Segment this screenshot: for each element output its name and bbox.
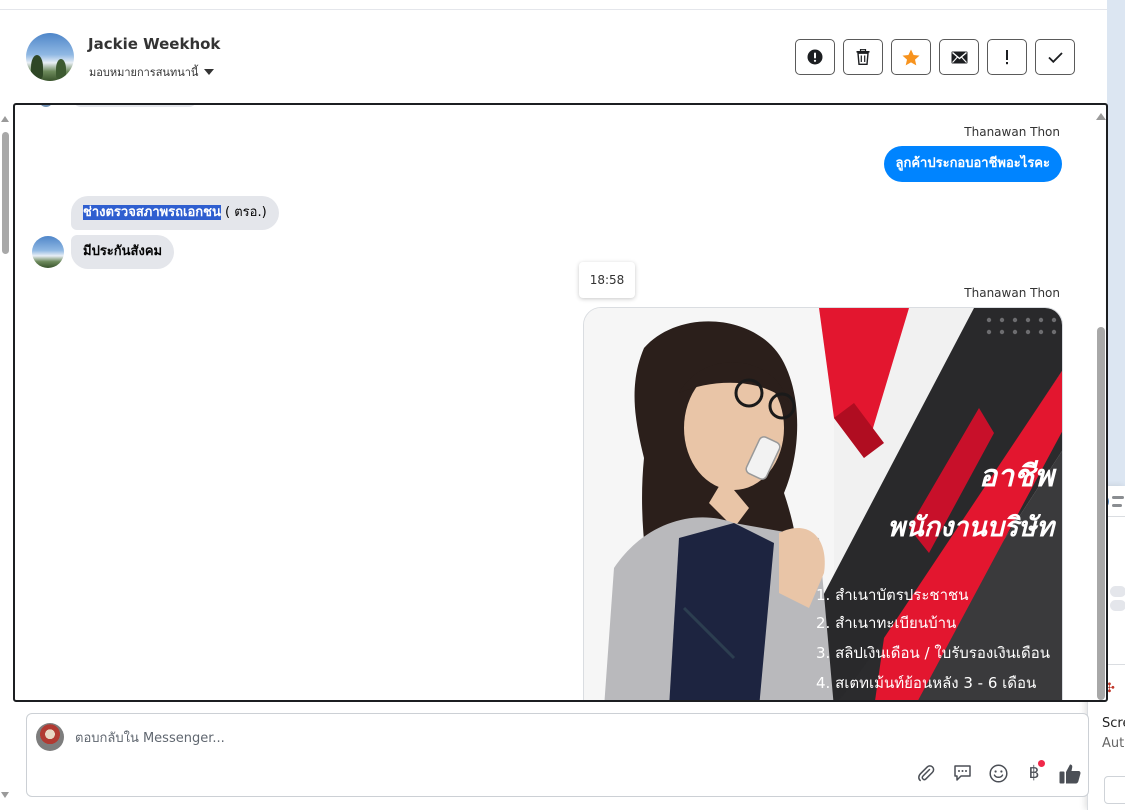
selected-text[interactable]: ช่างตรวจสภาพรถเอกชน: [83, 205, 221, 220]
conversation-header: Jackie Weekhok มอบหมายการสนทนานี้: [14, 20, 1107, 100]
incoming-message[interactable]: ช่างตรวจสภาพรถเอกชน ( ตรอ.): [71, 196, 279, 230]
timestamp-tooltip: 18:58: [579, 262, 635, 298]
envelope-icon: [951, 51, 967, 63]
reply-input[interactable]: [75, 726, 975, 750]
caret-down-icon: [204, 69, 215, 75]
card-list-item: 2. สำเนาทะเบียนบ้าน: [816, 614, 956, 632]
sender-name: Thanawan Thon: [964, 286, 1060, 300]
avatar-tree: [31, 55, 43, 79]
document-requirements-image: อาชีพ พนักงานบริษัท 1. สำเนาบัตรประชาชน …: [584, 308, 1062, 700]
card-list-item: 4. สเตทเม้นท์ย้อนหลัง 3 - 6 เดือน: [816, 674, 1036, 692]
assign-label: มอบหมายการสนทนานี้: [89, 66, 199, 79]
assign-conversation-dropdown[interactable]: มอบหมายการสนทนานี้: [89, 64, 215, 80]
card-list-item: 1. สำเนาบัตรประชาชน: [816, 586, 968, 604]
contact-avatar-small[interactable]: [32, 236, 64, 268]
scroll-up-arrow-icon[interactable]: [1096, 113, 1106, 120]
top-strip: [0, 0, 1107, 10]
contact-name[interactable]: Jackie Weekhok: [88, 35, 220, 53]
exclamation-icon: [1006, 50, 1008, 65]
message-thread[interactable]: Thanawan Thon ลูกค้าประกอบอาชีพอะไรคะ ช่…: [13, 103, 1108, 702]
avatar-tree: [56, 59, 66, 79]
notification-dot: [1038, 760, 1045, 767]
like-button[interactable]: [1052, 760, 1088, 786]
spam-button[interactable]: [795, 39, 835, 75]
partial-avatar: [39, 105, 53, 107]
page-avatar: [36, 723, 64, 751]
thumbs-up-icon: [1059, 764, 1081, 783]
scroll-down-arrow-icon[interactable]: [1, 792, 9, 798]
thread-scrollbar[interactable]: [1093, 105, 1106, 700]
attach-button[interactable]: [908, 760, 944, 786]
image-message[interactable]: อาชีพ พนักงานบริษัท 1. สำเนาบัตรประชาชน …: [583, 307, 1063, 700]
mini-bubble: [1110, 586, 1125, 597]
baht-icon: ฿: [1028, 763, 1040, 783]
mini-text-line: [1112, 504, 1122, 507]
sender-name: Thanawan Thon: [964, 125, 1060, 139]
card-title-line-2: พนักงานบริษัท: [887, 512, 1056, 543]
mini-text-line: [1112, 496, 1124, 499]
saved-reply-button[interactable]: [944, 760, 980, 786]
saved-reply-icon: [953, 765, 971, 781]
star-button[interactable]: [891, 39, 931, 75]
scrollbar-thumb[interactable]: [1097, 327, 1105, 700]
card-list-item: 3. สลิปเงินเดือน / ใบรับรองเงินเดือน: [816, 644, 1050, 662]
done-button[interactable]: [1035, 39, 1075, 75]
paperclip-icon: [918, 765, 935, 782]
page-scrollbar[interactable]: [0, 108, 12, 808]
side-panel-button[interactable]: [1104, 776, 1125, 804]
reply-composer: ฿: [26, 713, 1089, 797]
trash-icon: [856, 49, 870, 65]
message-text: ( ตรอ.): [220, 205, 267, 220]
payment-button[interactable]: ฿: [1016, 760, 1052, 786]
star-icon: [902, 49, 920, 65]
incoming-message[interactable]: มีประกันสังคม: [71, 235, 175, 269]
emoji-button[interactable]: [980, 760, 1016, 786]
contact-avatar[interactable]: [26, 33, 74, 81]
card-title-line-1: อาชีพ: [979, 459, 1057, 494]
scrollbar-thumb[interactable]: [2, 132, 9, 254]
follow-up-button[interactable]: [987, 39, 1027, 75]
partial-message-bubble: [73, 105, 197, 107]
side-panel-subtitle: Auto: [1102, 736, 1125, 751]
inbox-screen: ✣ Scre Auto Jackie Weekhok มอบหมายการสนท…: [0, 0, 1125, 810]
composer-tools: ฿: [908, 760, 1088, 786]
emoji-icon: [988, 763, 1008, 783]
alert-circle-icon: [807, 49, 823, 65]
scroll-up-arrow-icon[interactable]: [1, 116, 9, 122]
side-panel-title: Scre: [1102, 716, 1125, 731]
delete-button[interactable]: [843, 39, 883, 75]
outgoing-message[interactable]: ลูกค้าประกอบอาชีพอะไรคะ: [883, 146, 1062, 182]
check-icon: [1047, 51, 1063, 63]
mini-bubble: [1110, 600, 1125, 611]
mark-unread-button[interactable]: [939, 39, 979, 75]
conversation-actions: [795, 39, 1075, 75]
